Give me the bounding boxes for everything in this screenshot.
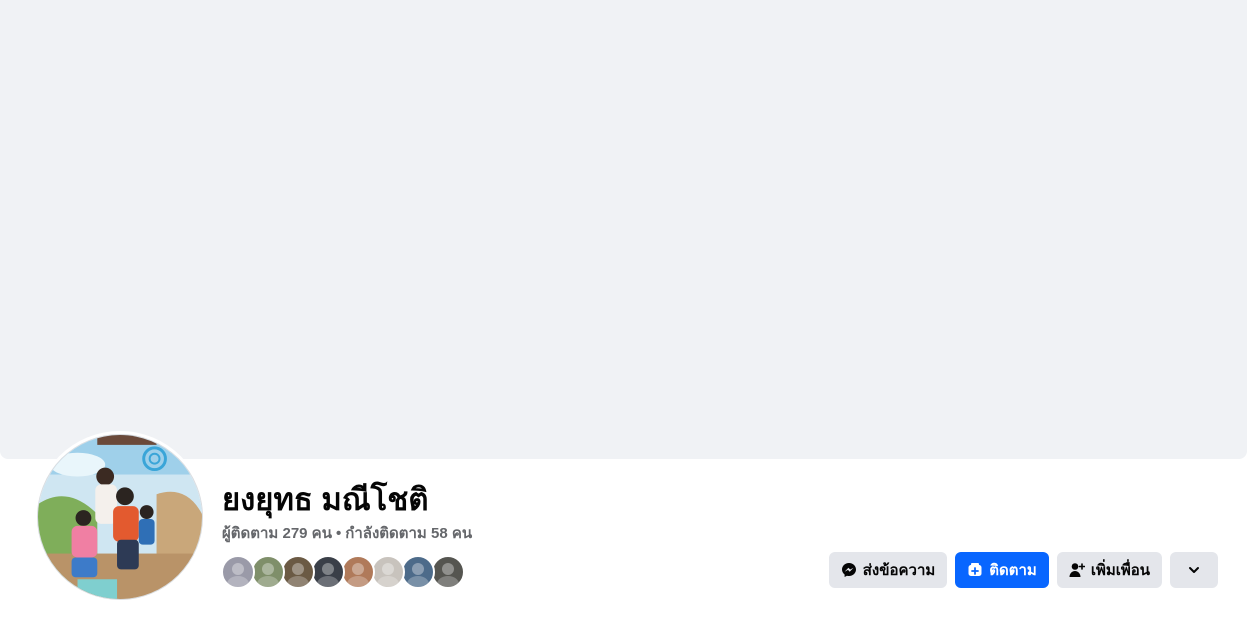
avatar-body-shape — [227, 576, 249, 587]
mutual-friends-avatars — [221, 555, 465, 589]
avatar-body-shape — [317, 576, 339, 587]
chevron-down-icon — [1186, 562, 1202, 578]
avatar-body-shape — [437, 576, 459, 587]
followers-link[interactable]: ผู้ติดตาม 279 คน — [222, 525, 332, 542]
avatar-head-shape — [352, 563, 364, 575]
friend-avatar[interactable] — [371, 555, 405, 589]
avatar-body-shape — [407, 576, 429, 587]
follow-button-label: ติดตาม — [989, 562, 1037, 579]
friend-avatar[interactable] — [341, 555, 375, 589]
profile-photo-image — [38, 435, 202, 599]
add-friend-icon — [1069, 562, 1085, 578]
message-button[interactable]: ส่งข้อความ — [828, 552, 948, 588]
friend-avatar[interactable] — [311, 555, 345, 589]
friend-avatar[interactable] — [251, 555, 285, 589]
add-friend-button[interactable]: เพิ่มเพื่อน — [1056, 552, 1162, 588]
messenger-icon — [841, 562, 857, 578]
avatar-head-shape — [442, 563, 454, 575]
friend-avatar[interactable] — [401, 555, 435, 589]
avatar-head-shape — [412, 563, 424, 575]
message-button-label: ส่งข้อความ — [862, 562, 936, 579]
friend-avatar[interactable] — [221, 555, 255, 589]
avatar-head-shape — [232, 563, 244, 575]
avatar-head-shape — [382, 563, 394, 575]
profile-page: ยงยุทธ มณีโชติ ผู้ติดตาม 279 คน • กำลังติด… — [0, 0, 1247, 618]
follow-button[interactable]: ติดตาม — [955, 552, 1049, 588]
avatar-body-shape — [377, 576, 399, 587]
profile-picture[interactable] — [37, 434, 203, 600]
more-options-button[interactable] — [1170, 552, 1218, 588]
follow-icon — [967, 562, 983, 578]
avatar-body-shape — [257, 576, 279, 587]
avatar-head-shape — [262, 563, 274, 575]
profile-name: ยงยุทธ มณีโชติ — [222, 482, 429, 517]
following-link[interactable]: กำลังติดตาม 58 คน — [345, 525, 472, 542]
avatar-body-shape — [347, 576, 369, 587]
stats-separator: • — [335, 525, 342, 542]
avatar-head-shape — [292, 563, 304, 575]
cover-photo[interactable] — [0, 0, 1247, 459]
friend-avatar[interactable] — [281, 555, 315, 589]
add-friend-button-label: เพิ่มเพื่อน — [1090, 562, 1150, 579]
avatar-head-shape — [322, 563, 334, 575]
profile-actions: ส่งข้อความ ติดตาม เพิ่มเพื่อน — [828, 552, 1218, 588]
avatar-body-shape — [287, 576, 309, 587]
follow-stats: ผู้ติดตาม 279 คน • กำลังติดตาม 58 คน — [222, 524, 472, 544]
friend-avatar[interactable] — [431, 555, 465, 589]
